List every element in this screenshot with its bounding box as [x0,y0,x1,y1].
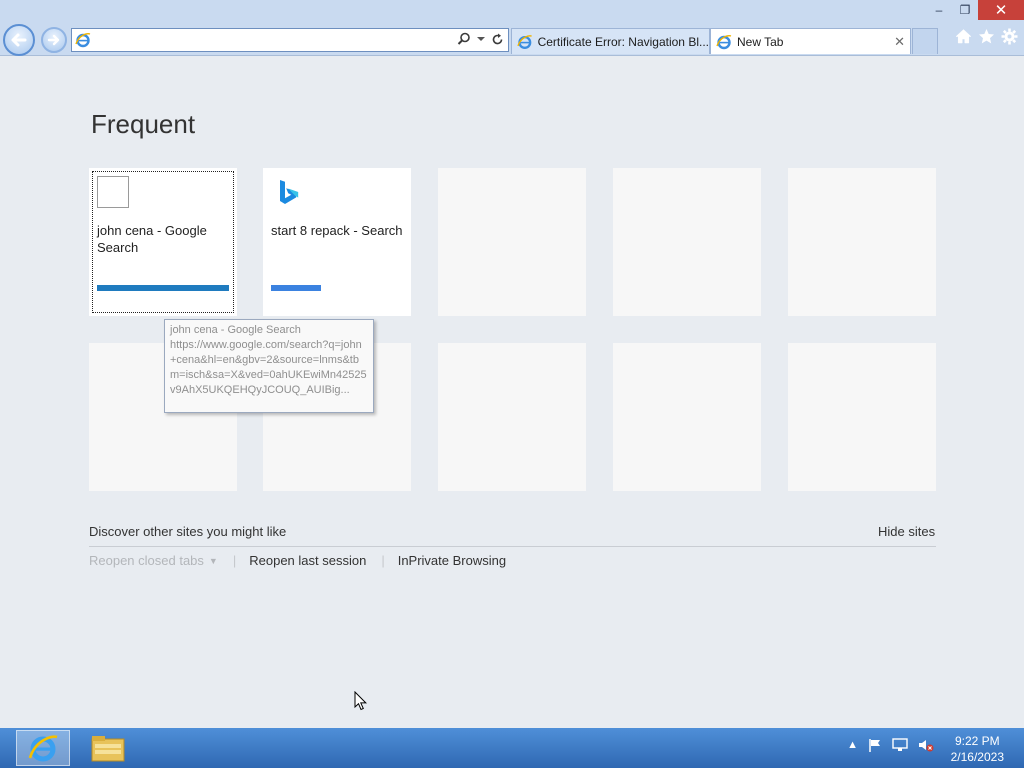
address-tools [457,32,504,46]
tile-color-bar [97,285,229,291]
taskbar-ie-button[interactable] [16,730,70,766]
new-tab-links: Reopen closed tabs ▼ | Reopen last sessi… [89,553,506,568]
discover-sites-link[interactable]: Discover other sites you might like [89,524,286,539]
search-icon[interactable] [457,32,471,46]
reopen-closed-tabs-link[interactable]: Reopen closed tabs [89,553,204,568]
tooltip-url: https://www.google.com/search?q=john+cen… [170,339,367,396]
volume-muted-icon[interactable] [918,738,934,752]
tab-new-tab[interactable]: New Tab ✕ [710,28,911,54]
empty-tile [788,343,936,491]
system-tray: ▲ [847,738,934,752]
tab-label: New Tab [737,34,784,49]
minimize-button[interactable]: – [926,0,952,20]
frequent-tile-john-cena[interactable]: john cena - Google Search [89,168,237,316]
refresh-icon[interactable] [491,33,504,46]
frequent-tile-start8[interactable]: start 8 repack - Search [263,168,411,316]
separator: | [232,553,237,568]
taskbar: ▲ 9:22 PM 2/16/2023 [0,728,1024,768]
window-controls: – ❐ ✕ [926,0,1024,20]
chevron-down-icon: ▼ [208,555,218,566]
inprivate-browsing-link[interactable]: InPrivate Browsing [398,553,506,568]
forward-button[interactable] [41,27,67,53]
show-hidden-icons-icon[interactable]: ▲ [847,739,858,751]
browser-chrome: – ❐ ✕ Certificate Error: Navigation Bl..… [0,0,1024,56]
tab-label: Certificate Error: Navigation Bl... [537,34,709,49]
empty-tile [613,343,761,491]
favorites-star-icon[interactable] [978,28,995,45]
action-center-flag-icon[interactable] [868,738,882,752]
clock-time: 9:22 PM [954,734,1000,748]
empty-tile [788,168,936,316]
system-clock[interactable]: 9:22 PM 2/16/2023 [951,733,1004,765]
folder-icon [91,736,125,762]
tile-title: john cena - Google Search [97,223,207,255]
settings-gear-icon[interactable] [1001,28,1018,45]
restore-button[interactable]: ❐ [952,0,978,20]
address-bar[interactable] [71,28,509,52]
page-title: Frequent [91,109,196,139]
ie-page-icon [517,34,532,49]
mouse-cursor-icon [354,690,367,716]
taskbar-file-explorer-button[interactable] [86,730,130,766]
hide-sites-link[interactable]: Hide sites [878,524,935,539]
network-icon[interactable] [892,738,908,752]
reopen-last-session-link[interactable]: Reopen last session [249,553,366,568]
tooltip-title: john cena - Google Search [170,324,301,336]
separator: | [381,553,385,568]
blank-page-icon [97,176,129,208]
back-arrow-icon [11,33,27,47]
ie-page-icon [75,32,91,53]
new-tab-button[interactable] [912,28,938,54]
back-button[interactable] [3,24,35,56]
tile-tooltip: john cena - Google Search https://www.go… [164,319,374,413]
internet-explorer-icon [28,735,58,762]
new-tab-page: Frequent john cena - Google Search start… [0,57,1024,728]
empty-tile [438,343,586,491]
empty-tile [438,168,586,316]
ie-page-icon [716,34,732,49]
divider [89,546,936,547]
forward-arrow-icon [47,34,60,46]
tab-certificate-error[interactable]: Certificate Error: Navigation Bl... [511,28,710,54]
clock-date: 2/16/2023 [950,750,1004,764]
tile-title: start 8 repack - Search [271,223,403,238]
tab-close-icon[interactable]: ✕ [894,34,905,50]
empty-tile [613,168,761,316]
command-icons [955,28,1018,45]
bing-icon [271,176,303,208]
close-button[interactable]: ✕ [978,0,1024,20]
home-icon[interactable] [955,28,972,45]
tile-color-bar [271,285,321,291]
dropdown-icon[interactable] [477,35,485,43]
